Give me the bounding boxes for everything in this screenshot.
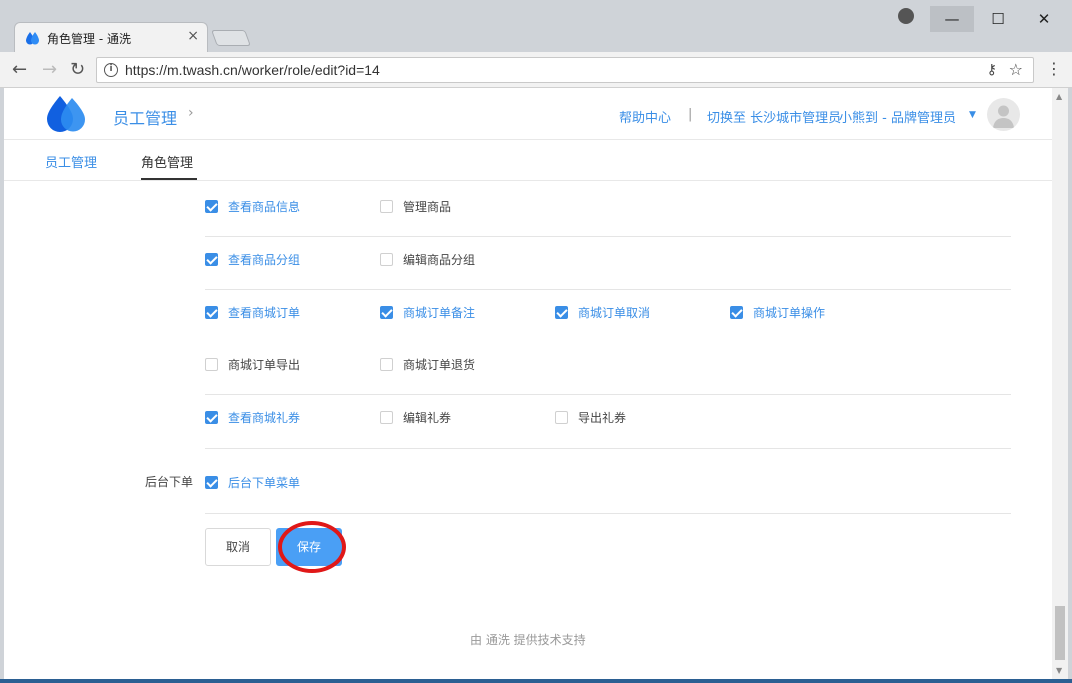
chevron-right-icon: ›: [188, 105, 194, 121]
checkbox-label[interactable]: 商城订单取消: [578, 304, 650, 321]
checkbox-label[interactable]: 查看商城礼券: [228, 409, 300, 426]
tab-close-icon[interactable]: ×: [187, 28, 199, 44]
user-icon: [993, 105, 1014, 128]
checkbox-export-coupons[interactable]: 导出礼券: [555, 409, 626, 426]
header-breadcrumb[interactable]: 员工管理: [113, 105, 177, 129]
permission-row: 查看商城订单 商城订单备注 商城订单取消 商城订单操作 商城订单导出 商城订单退…: [205, 290, 1011, 395]
checkbox-label[interactable]: 管理商品: [403, 198, 451, 215]
title-bar: 角色管理 - 通洗 × — ☐ ✕: [0, 0, 1072, 52]
checkbox-view-mall-orders[interactable]: 查看商城订单: [205, 304, 300, 321]
reload-icon[interactable]: ↻: [70, 60, 85, 80]
info-icon[interactable]: i: [104, 63, 118, 77]
checkbox-checked-icon[interactable]: [730, 306, 743, 319]
checkbox-checked-icon[interactable]: [205, 306, 218, 319]
checkbox-label[interactable]: 查看商品信息: [228, 198, 300, 215]
maximize-button[interactable]: ☐: [976, 6, 1020, 32]
checkbox-checked-icon[interactable]: [555, 306, 568, 319]
checkbox-mall-order-note[interactable]: 商城订单备注: [380, 304, 475, 321]
checkbox-view-mall-coupons[interactable]: 查看商城礼券: [205, 409, 300, 426]
checkbox-label[interactable]: 查看商城订单: [228, 304, 300, 321]
caret-down-icon[interactable]: ▼: [969, 110, 976, 120]
switch-role-link[interactable]: 切换至 长沙城市管理员: [707, 107, 841, 126]
checkbox-checked-icon[interactable]: [205, 476, 218, 489]
permission-row: 查看商城礼券 编辑礼券 导出礼券: [205, 395, 1011, 449]
forward-arrow-icon[interactable]: →: [42, 60, 57, 80]
checkbox-view-product-info[interactable]: 查看商品信息: [205, 198, 300, 215]
active-tab-indicator: [141, 178, 197, 180]
url-text[interactable]: https://m.twash.cn/worker/role/edit?id=1…: [125, 62, 380, 78]
browser-menu-icon[interactable]: ⋮: [1046, 60, 1062, 78]
profile-icon[interactable]: [898, 8, 914, 24]
checkbox-label[interactable]: 商城订单备注: [403, 304, 475, 321]
bookmark-star-icon[interactable]: ☆: [1009, 60, 1023, 79]
key-icon[interactable]: ⚷: [987, 62, 997, 78]
checkbox-label[interactable]: 商城订单退货: [403, 356, 475, 373]
checkbox-label[interactable]: 商城订单导出: [228, 356, 300, 373]
checkbox-label[interactable]: 后台下单菜单: [228, 474, 300, 491]
checkbox-unchecked-icon[interactable]: [380, 411, 393, 424]
checkbox-label[interactable]: 编辑礼券: [403, 409, 451, 426]
checkbox-mall-order-cancel[interactable]: 商城订单取消: [555, 304, 650, 321]
checkbox-checked-icon[interactable]: [380, 306, 393, 319]
app-header: 员工管理 › 帮助中心 | 切换至 长沙城市管理员 小熊到 - 品牌管理员 ▼: [4, 88, 1052, 140]
browser-tab[interactable]: 角色管理 - 通洗 ×: [14, 22, 208, 52]
brand-logo: [47, 96, 85, 132]
checkbox-view-product-group[interactable]: 查看商品分组: [205, 251, 300, 268]
checkbox-backend-order-menu[interactable]: 后台下单菜单: [205, 474, 300, 491]
checkbox-label[interactable]: 商城订单操作: [753, 304, 825, 321]
checkbox-label[interactable]: 导出礼券: [578, 409, 626, 426]
user-dropdown[interactable]: 小熊到 - 品牌管理员: [839, 107, 956, 126]
tab-role-management[interactable]: 角色管理: [141, 152, 193, 171]
checkbox-unchecked-icon[interactable]: [380, 358, 393, 371]
scroll-up-icon[interactable]: ▲: [1056, 92, 1062, 101]
checkbox-mall-order-operate[interactable]: 商城订单操作: [730, 304, 825, 321]
checkbox-checked-icon[interactable]: [205, 411, 218, 424]
page-scrollbar[interactable]: ▲ ▼: [1052, 88, 1068, 679]
checkbox-checked-icon[interactable]: [205, 253, 218, 266]
checkbox-label[interactable]: 编辑商品分组: [403, 251, 475, 268]
help-center-link[interactable]: 帮助中心: [619, 107, 671, 126]
checkbox-checked-icon[interactable]: [205, 200, 218, 213]
back-arrow-icon[interactable]: ←: [12, 60, 27, 80]
checkbox-unchecked-icon[interactable]: [205, 358, 218, 371]
checkbox-unchecked-icon[interactable]: [555, 411, 568, 424]
checkbox-edit-product-group[interactable]: 编辑商品分组: [380, 251, 475, 268]
cancel-button[interactable]: 取消: [205, 528, 271, 566]
header-separator: |: [688, 107, 693, 122]
permission-row: 后台下单菜单: [205, 449, 1011, 514]
desktop-edge: [0, 679, 1072, 683]
checkbox-mall-order-return[interactable]: 商城订单退货: [380, 356, 475, 373]
checkbox-label[interactable]: 查看商品分组: [228, 251, 300, 268]
sub-navigation: 员工管理 角色管理: [4, 140, 1052, 181]
avatar[interactable]: [987, 98, 1020, 131]
checkbox-edit-coupons[interactable]: 编辑礼券: [380, 409, 451, 426]
address-bar[interactable]: i https://m.twash.cn/worker/role/edit?id…: [96, 57, 1034, 83]
footer-text: 由 通洗 提供技术支持: [470, 633, 586, 647]
permission-row: 查看商品信息 管理商品: [205, 181, 1011, 237]
app-logo-icon: [26, 32, 39, 45]
new-tab-button[interactable]: [211, 30, 251, 46]
highlight-circle: [278, 521, 346, 573]
role-edit-form: 查看商品信息 管理商品 查看商品分组 编辑商品分组 查看商城订单 商城订单备注 …: [4, 181, 1052, 679]
scroll-thumb[interactable]: [1055, 606, 1065, 660]
checkbox-mall-order-export[interactable]: 商城订单导出: [205, 356, 300, 373]
checkbox-unchecked-icon[interactable]: [380, 200, 393, 213]
tab-staff-management[interactable]: 员工管理: [45, 152, 97, 171]
close-window-button[interactable]: ✕: [1022, 6, 1066, 32]
checkbox-manage-products[interactable]: 管理商品: [380, 198, 451, 215]
browser-toolbar: ← → ↻ i https://m.twash.cn/worker/role/e…: [0, 52, 1072, 88]
section-label-backend-order: 后台下单: [145, 475, 194, 489]
permission-row: 查看商品分组 编辑商品分组: [205, 237, 1011, 290]
checkbox-unchecked-icon[interactable]: [380, 253, 393, 266]
tab-title: 角色管理 - 通洗: [47, 32, 131, 46]
minimize-button[interactable]: —: [930, 6, 974, 32]
page-viewport: 员工管理 › 帮助中心 | 切换至 长沙城市管理员 小熊到 - 品牌管理员 ▼ …: [4, 88, 1068, 679]
browser-window: 角色管理 - 通洗 × — ☐ ✕ ← → ↻ i https://m.twas…: [0, 0, 1072, 683]
scroll-down-icon[interactable]: ▼: [1056, 666, 1062, 675]
